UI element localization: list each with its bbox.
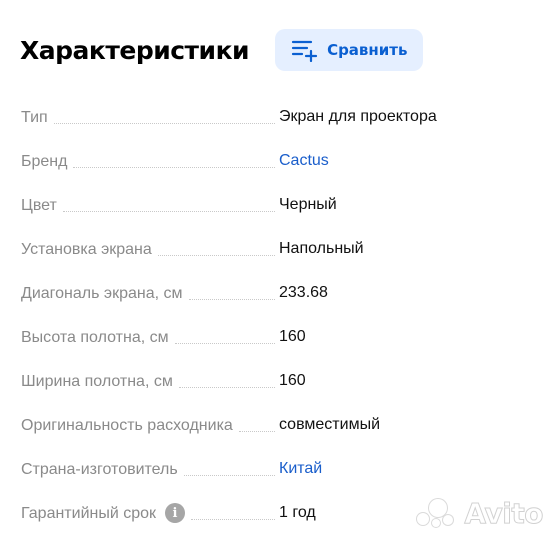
dotted-leader — [73, 167, 275, 168]
spec-row-originality: Оригинальность расходника совместимый — [21, 403, 541, 447]
spec-value: 1 год — [279, 504, 316, 521]
specs-list: Тип Экран для проектора Бренд Cactus Цве… — [21, 95, 541, 535]
dotted-leader — [191, 519, 275, 520]
spec-label: Тип — [21, 109, 48, 126]
spec-value: совместимый — [279, 416, 380, 433]
spec-value: 233.68 — [279, 284, 328, 301]
spec-label: Страна-изготовитель — [21, 461, 178, 478]
dotted-leader — [178, 387, 275, 388]
spec-value: 160 — [279, 372, 306, 389]
avito-watermark: Avito — [414, 496, 544, 530]
spec-label: Оригинальность расходника — [21, 417, 233, 434]
spec-row-installation: Установка экрана Напольный — [21, 227, 541, 271]
dotted-leader — [53, 123, 275, 124]
spec-value: Экран для проектора — [279, 108, 437, 125]
spec-row-width: Ширина полотна, см 160 — [21, 359, 541, 403]
spec-label: Ширина полотна, см — [21, 373, 173, 390]
spec-label: Высота полотна, см — [21, 329, 169, 346]
spec-label: Диагональ экрана, см — [21, 285, 183, 302]
dotted-leader — [188, 299, 275, 300]
info-icon[interactable]: i — [165, 503, 186, 523]
spec-row-color: Цвет Черный — [21, 183, 541, 227]
spec-value: Черный — [279, 196, 337, 213]
spec-row-country: Страна-изготовитель Китай — [21, 447, 541, 491]
avito-logo-icon — [414, 496, 460, 530]
spec-label: Гарантийный срок — [21, 505, 157, 522]
spec-label: Бренд — [21, 153, 68, 170]
watermark-text: Avito — [464, 496, 544, 530]
dotted-leader — [157, 255, 275, 256]
spec-row-diagonal: Диагональ экрана, см 233.68 — [21, 271, 541, 315]
dotted-leader — [174, 343, 275, 344]
compare-button[interactable]: Сравнить — [275, 29, 424, 71]
dotted-leader — [238, 431, 275, 432]
spec-label: Цвет — [21, 197, 57, 214]
country-link[interactable]: Китай — [279, 459, 322, 479]
spec-value: Напольный — [279, 240, 364, 257]
spec-value: 160 — [279, 328, 306, 345]
dotted-leader — [62, 211, 275, 212]
dotted-leader — [183, 475, 275, 476]
spec-row-type: Тип Экран для проектора — [21, 95, 541, 139]
specs-header: Характеристики Сравнить — [20, 28, 531, 72]
spec-row-height: Высота полотна, см 160 — [21, 315, 541, 359]
list-plus-icon — [291, 40, 318, 62]
spec-row-brand: Бренд Cactus — [21, 139, 541, 183]
page-title: Характеристики — [20, 35, 250, 65]
compare-button-label: Сравнить — [327, 41, 408, 59]
spec-label: Установка экрана — [21, 241, 152, 258]
brand-link[interactable]: Cactus — [279, 151, 329, 171]
